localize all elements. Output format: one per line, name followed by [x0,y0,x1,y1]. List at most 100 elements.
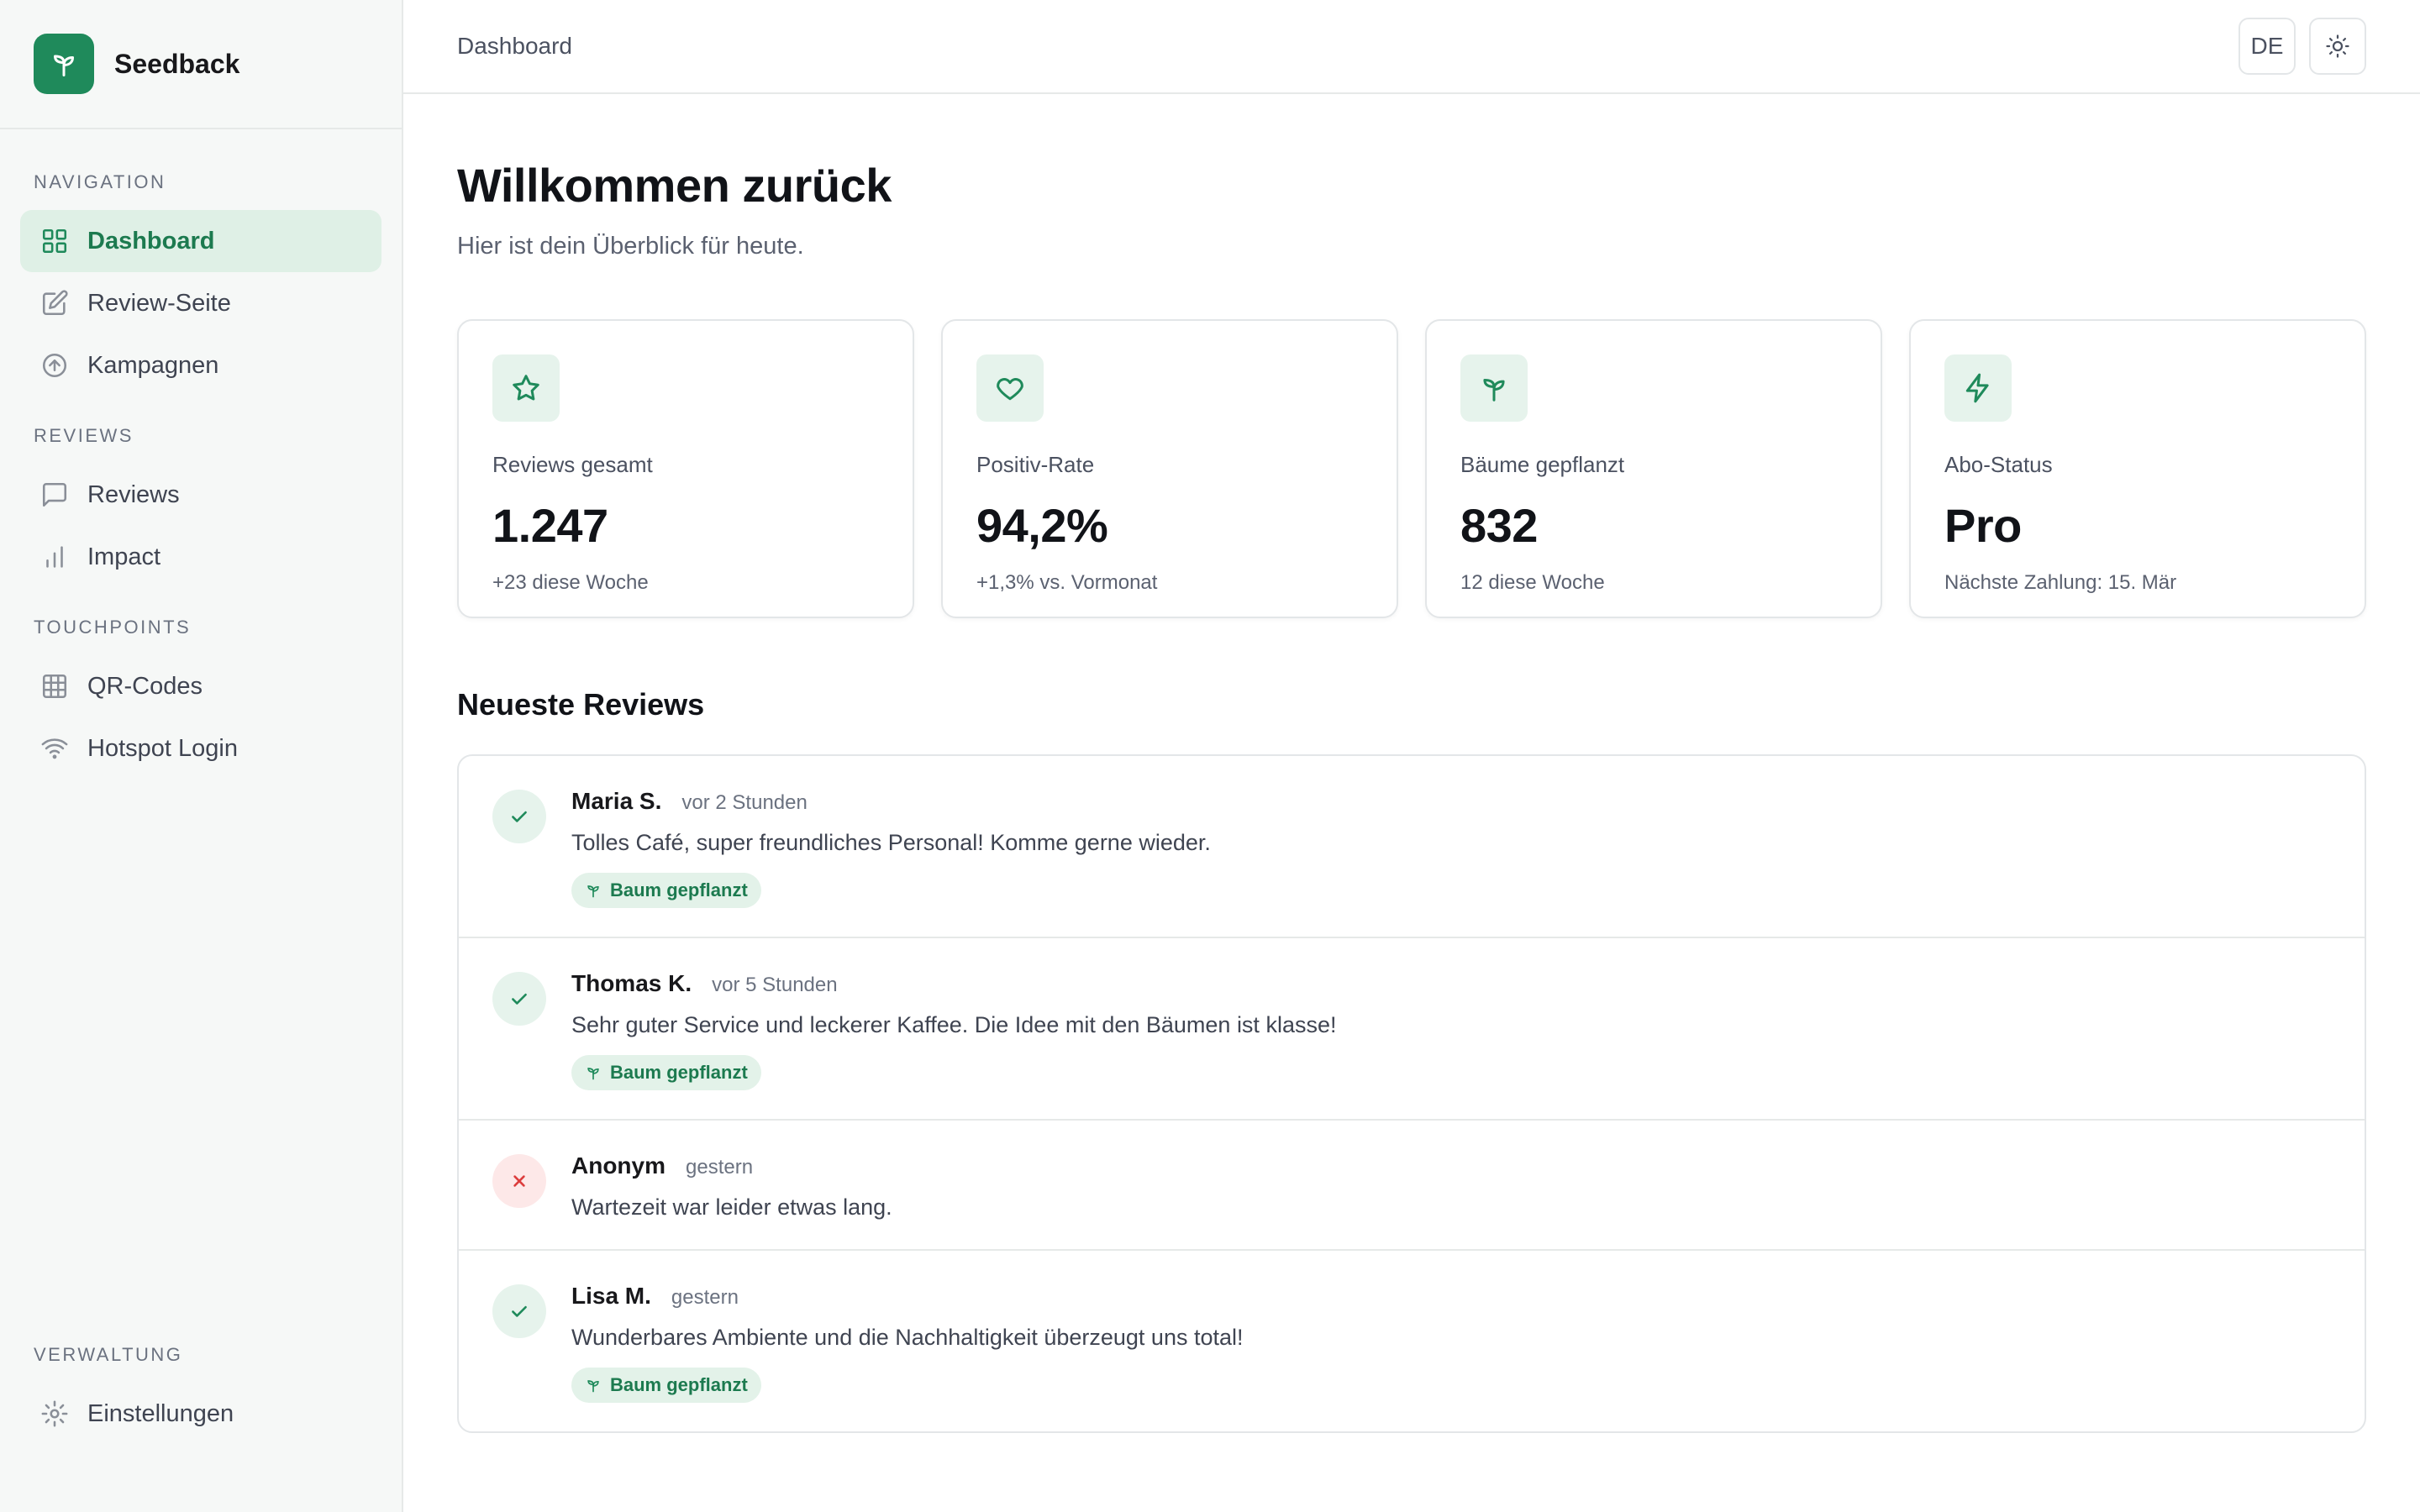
review-head: Thomas K. vor 5 Stunden [571,970,1336,997]
sidebar-item-qr-codes[interactable]: QR-Codes [20,655,381,717]
stat-subtext: +23 diese Woche [492,571,649,594]
qr-grid-icon [42,674,67,699]
stat-subtext: Nächste Zahlung: 15. Mär [1944,571,2177,594]
tree-planted-badge: Baum gepflanzt [571,873,761,908]
tree-planted-badge: Baum gepflanzt [571,1055,761,1090]
stats-row: Reviews gesamt 1.247 +23 diese Woche Pos… [457,319,2366,618]
stat-value: 832 [1460,499,1538,552]
stat-value: 94,2% [976,499,1108,552]
sprout-icon [587,1380,599,1393]
gear-icon [41,1400,68,1427]
language-button[interactable]: DE [2238,18,2296,75]
stat-card-reviews: Reviews gesamt 1.247 +23 diese Woche [457,319,914,618]
edit-icon [42,290,68,316]
review-item[interactable]: Thomas K. vor 5 Stunden Sehr guter Servi… [459,938,2365,1121]
page-title: Willkommen zurück [457,159,892,212]
badge-label: Baum gepflanzt [610,879,748,900]
page-subtitle: Hier ist dein Überblick für heute. [457,233,804,260]
sidebar-item-label: Kampagnen [87,351,219,379]
review-item[interactable]: Maria S. vor 2 Stunden Tolles Café, supe… [459,756,2365,938]
tree-planted-badge: Baum gepflanzt [571,1368,761,1403]
stat-label: Abo-Status [1944,452,2053,477]
sidebar-item-label: Dashboard [87,227,215,255]
lightning-icon [1944,354,2012,422]
reviews-section-title: Neueste Reviews [457,687,705,722]
review-body: Maria S. vor 2 Stunden Tolles Café, supe… [571,788,1211,908]
review-item[interactable]: Anonym gestern Wartezeit war leider etwa… [459,1121,2365,1251]
review-time: gestern [686,1156,754,1179]
review-author: Maria S. [571,788,662,814]
reviews-list: Maria S. vor 2 Stunden Tolles Café, supe… [457,754,2366,1433]
review-time: vor 5 Stunden [712,974,838,996]
nav-heading: TOUCHPOINTS [34,617,192,638]
theme-toggle-button[interactable] [2309,18,2366,75]
sidebar-item-label: Impact [87,543,161,570]
check-icon [492,790,546,843]
star-icon [492,354,560,422]
sidebar-item-kampagnen[interactable]: Kampagnen [20,334,381,396]
arrow-up-circle-icon [42,353,67,378]
stat-card-abo-status: Abo-Status Pro Nächste Zahlung: 15. Mär [1909,319,2366,618]
badge-label: Baum gepflanzt [610,1374,748,1395]
stat-value: Pro [1944,499,2022,552]
sidebar-item-label: Reviews [87,480,180,508]
sprout-icon [1460,354,1528,422]
review-author: Thomas K. [571,970,692,996]
review-head: Anonym gestern [571,1152,892,1179]
page-breadcrumb: Dashboard [457,33,572,59]
x-icon [492,1154,546,1208]
sidebar-item-label: QR-Codes [87,672,203,700]
topbar-actions: DE [2238,18,2366,75]
sidebar-item-review-seite[interactable]: Review-Seite [20,272,381,334]
stat-subtext: 12 diese Woche [1460,571,1605,594]
review-item[interactable]: Lisa M. gestern Wunderbares Ambiente und… [459,1251,2365,1431]
wifi-icon [41,738,68,759]
nav-heading: REVIEWS [34,425,134,446]
sidebar-item-impact[interactable]: Impact [20,526,381,588]
sprout-icon [587,885,599,898]
review-text: Tolles Café, super freundliches Personal… [571,830,1211,855]
review-text: Sehr guter Service und leckerer Kaffee. … [571,1012,1337,1037]
sidebar-item-einstellungen[interactable]: Einstellungen [20,1383,381,1445]
sidebar-item-label: Review-Seite [87,289,231,317]
review-time: vor 2 Stunden [681,791,808,814]
stat-value: 1.247 [492,499,608,552]
stat-card-positiv-rate: Positiv-Rate 94,2% +1,3% vs. Vormonat [941,319,1398,618]
review-head: Lisa M. gestern [571,1283,1244,1310]
grid-icon [42,228,67,254]
review-author: Lisa M. [571,1283,651,1309]
nav-section-touchpoints: TOUCHPOINTS QR-Codes Hotspot Login [20,617,381,780]
review-body: Lisa M. gestern Wunderbares Ambiente und… [571,1283,1244,1403]
brand[interactable]: Seedback [0,0,402,129]
stat-label: Reviews gesamt [492,452,653,477]
dashboard-content: Willkommen zurück Hier ist dein Überblic… [403,94,2420,1433]
review-time: gestern [671,1286,739,1309]
nav-section-verwaltung: VERWALTUNG Einstellungen [20,1344,381,1483]
review-head: Maria S. vor 2 Stunden [571,788,1211,815]
review-author: Anonym [571,1152,666,1179]
bar-chart-icon [46,546,63,568]
main: Dashboard DE Willkommen zurück Hier ist … [403,0,2420,1512]
stat-label: Positiv-Rate [976,452,1095,477]
brand-name: Seedback [114,48,240,79]
nav-section-navigation: NAVIGATION Dashboard Review-Seite Kampag… [20,171,381,396]
review-text: Wunderbares Ambiente und die Nachhaltigk… [571,1325,1244,1350]
sidebar-item-reviews[interactable]: Reviews [20,464,381,526]
nav-heading: NAVIGATION [34,171,166,192]
app-root: Seedback NAVIGATION Dashboard Review-Sei… [0,0,2420,1512]
sidebar-nav: NAVIGATION Dashboard Review-Seite Kampag… [0,129,402,1512]
review-body: Anonym gestern Wartezeit war leider etwa… [571,1152,892,1221]
nav-section-reviews: REVIEWS Reviews Impact [20,425,381,588]
check-icon [492,1284,546,1338]
stat-label: Bäume gepflanzt [1460,452,1625,477]
sidebar-item-dashboard[interactable]: Dashboard [20,210,381,272]
sidebar-item-hotspot-login[interactable]: Hotspot Login [20,717,381,780]
check-icon [492,972,546,1026]
topbar: Dashboard DE [403,0,2420,94]
review-text: Wartezeit war leider etwas lang. [571,1194,892,1220]
stat-card-baeume: Bäume gepflanzt 832 12 diese Woche [1425,319,1882,618]
sprout-icon [34,34,94,94]
review-body: Thomas K. vor 5 Stunden Sehr guter Servi… [571,970,1336,1090]
sidebar-item-label: Hotspot Login [87,734,238,762]
